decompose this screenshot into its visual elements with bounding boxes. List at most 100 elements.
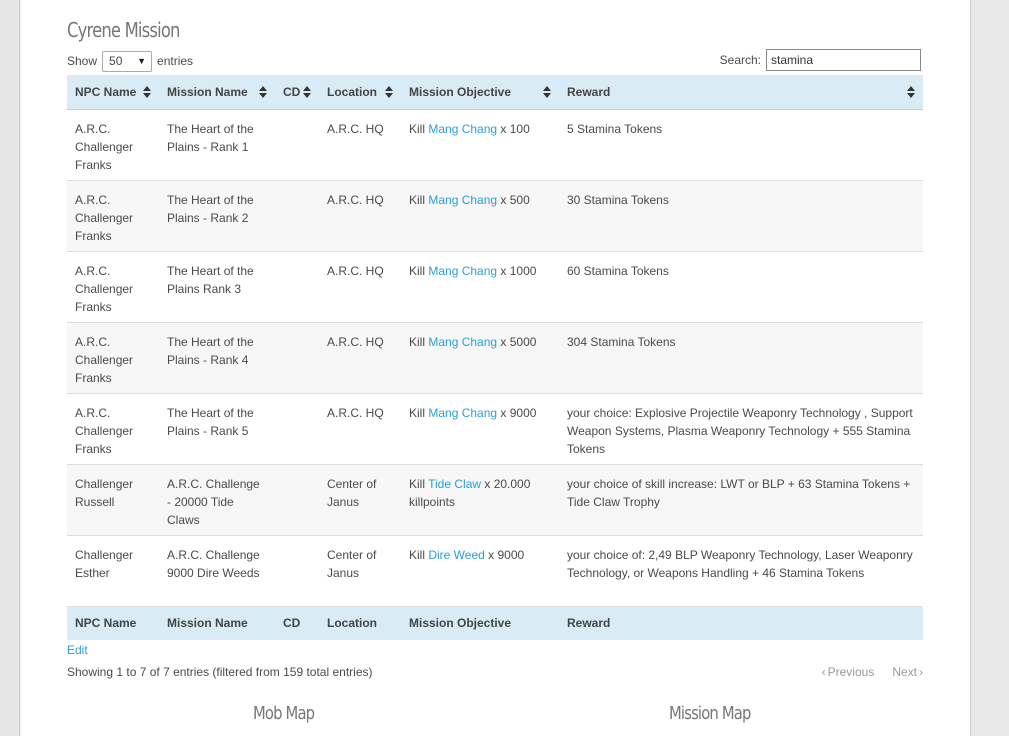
sort-icon: [907, 86, 915, 98]
cell-cd: [275, 464, 319, 536]
cell-mission-name: A.R.C. Challenge 9000 Dire Weeds: [159, 535, 275, 607]
column-header-location[interactable]: Location: [319, 75, 401, 110]
column-header-label: CD: [283, 84, 301, 99]
column-header-label: Reward: [567, 84, 611, 99]
column-footer-mission-objective: Mission Objective: [401, 606, 559, 640]
page-background-right: [970, 0, 1009, 736]
cell-npc-name: Challenger Russell: [67, 464, 159, 536]
column-header-label: NPC Name: [75, 84, 137, 99]
sort-icon: [259, 86, 267, 98]
mob-link[interactable]: Tide Claw: [428, 477, 481, 491]
cell-location: A.R.C. HQ: [319, 322, 401, 394]
column-header-mission-name[interactable]: Mission Name: [159, 75, 275, 110]
cell-reward: 60 Stamina Tokens: [559, 251, 923, 323]
cell-location: Center of Janus: [319, 535, 401, 607]
objective-prefix: Kill: [409, 263, 429, 278]
objective-prefix: Kill: [409, 547, 429, 562]
cell-cd: [275, 322, 319, 394]
search-label: Search:: [719, 53, 761, 67]
mission-map-heading: Mission Map: [669, 703, 751, 724]
cell-mission-objective: Kill Mang Chang x 100: [401, 109, 559, 181]
next-arrow-icon: ›: [919, 665, 923, 679]
cell-reward: your choice of: 2,49 BLP Weaponry Techno…: [559, 535, 923, 607]
mob-link[interactable]: Mang Chang: [428, 122, 497, 136]
cell-location: A.R.C. HQ: [319, 109, 401, 181]
column-header-mission-objective[interactable]: Mission Objective: [401, 75, 559, 110]
cell-mission-objective: Kill Mang Chang x 500: [401, 180, 559, 252]
objective-suffix: x 100: [497, 121, 530, 136]
previous-button[interactable]: ‹ Previous: [822, 665, 875, 679]
column-footer-cd: CD: [275, 606, 319, 640]
cell-reward: 304 Stamina Tokens: [559, 322, 923, 394]
cell-cd: [275, 109, 319, 181]
sort-icon: [385, 86, 393, 98]
cell-location: Center of Janus: [319, 464, 401, 536]
missions-table: NPC Name Mission Name CD Location Mission Ob…: [67, 75, 923, 640]
cell-reward: 5 Stamina Tokens: [559, 109, 923, 181]
show-label: Show: [67, 54, 98, 68]
search-control: Search:: [720, 49, 921, 71]
column-header-cd[interactable]: CD: [275, 75, 319, 110]
entries-label: entries: [157, 54, 194, 68]
entries-select[interactable]: 50 ▼: [102, 50, 153, 72]
pagination: ‹ Previous Next ›: [822, 665, 923, 679]
table-row: Challenger Russell A.R.C. Challenge - 200…: [67, 464, 923, 536]
column-header-reward[interactable]: Reward: [559, 75, 923, 110]
column-footer-npc-name: NPC Name: [67, 606, 159, 640]
column-footer-reward: Reward: [559, 606, 923, 640]
table-footer-row: NPC Name Mission Name CD Location Mission Ob…: [67, 606, 923, 640]
cell-cd: [275, 180, 319, 252]
column-header-label: Location: [327, 84, 377, 99]
cell-mission-name: The Heart of the Plains Rank 3: [159, 251, 275, 323]
cell-cd: [275, 535, 319, 607]
column-footer-mission-name: Mission Name: [159, 606, 275, 640]
cell-reward: your choice of skill increase: LWT or BL…: [559, 464, 923, 536]
mob-link[interactable]: Dire Weed: [428, 548, 484, 562]
objective-suffix: x 500: [497, 192, 530, 207]
mob-link[interactable]: Mang Chang: [428, 193, 497, 207]
cell-mission-objective: Kill Mang Chang x 1000: [401, 251, 559, 323]
sort-icon: [543, 86, 551, 98]
table-row: A.R.C. Challenger Franks The Heart of the…: [67, 251, 923, 323]
cell-mission-name: The Heart of the Plains - Rank 5: [159, 393, 275, 465]
objective-prefix: Kill: [409, 121, 429, 136]
column-header-npc-name[interactable]: NPC Name: [67, 75, 159, 110]
table-row: A.R.C. Challenger Franks The Heart of the…: [67, 393, 923, 465]
table-info: Showing 1 to 7 of 7 entries (filtered fr…: [67, 665, 373, 679]
cell-mission-name: The Heart of the Plains - Rank 2: [159, 180, 275, 252]
cell-npc-name: A.R.C. Challenger Franks: [67, 109, 159, 181]
page-background-left: [0, 0, 20, 736]
cell-npc-name: Challenger Esther: [67, 535, 159, 607]
objective-suffix: x 5000: [497, 334, 537, 349]
cell-mission-name: A.R.C. Challenge - 20000 Tide Claws: [159, 464, 275, 536]
cell-npc-name: A.R.C. Challenger Franks: [67, 393, 159, 465]
mob-link[interactable]: Mang Chang: [428, 264, 497, 278]
page-title: Cyrene Mission: [67, 18, 180, 42]
next-button[interactable]: Next ›: [892, 665, 923, 679]
cell-npc-name: A.R.C. Challenger Franks: [67, 251, 159, 323]
page-body: Cyrene Mission Show 50 ▼ entries Search:…: [21, 0, 970, 736]
mob-link[interactable]: Mang Chang: [428, 406, 497, 420]
column-footer-location: Location: [319, 606, 401, 640]
cell-mission-name: The Heart of the Plains - Rank 1: [159, 109, 275, 181]
objective-suffix: x 9000: [497, 405, 537, 420]
search-input[interactable]: [766, 49, 921, 71]
objective-prefix: Kill: [409, 192, 429, 207]
cell-npc-name: A.R.C. Challenger Franks: [67, 322, 159, 394]
table-row: Challenger Esther A.R.C. Challenge 9000 D…: [67, 535, 923, 607]
table-header-row: NPC Name Mission Name CD Location Mission Ob…: [67, 75, 923, 110]
next-label: Next: [892, 665, 917, 679]
edit-link[interactable]: Edit: [67, 643, 88, 657]
sort-icon: [143, 86, 151, 98]
objective-prefix: Kill: [409, 334, 429, 349]
sort-icon: [303, 86, 311, 98]
table-body: A.R.C. Challenger Franks The Heart of the…: [67, 109, 923, 607]
previous-arrow-icon: ‹: [821, 665, 826, 679]
table-row: A.R.C. Challenger Franks The Heart of the…: [67, 180, 923, 252]
table-row: A.R.C. Challenger Franks The Heart of the…: [67, 109, 923, 181]
mob-map-heading: Mob Map: [253, 703, 315, 724]
objective-prefix: Kill: [409, 405, 429, 420]
mob-link[interactable]: Mang Chang: [428, 335, 497, 349]
cell-reward: your choice: Explosive Projectile Weapon…: [559, 393, 923, 465]
cell-mission-objective: Kill Mang Chang x 9000: [401, 393, 559, 465]
